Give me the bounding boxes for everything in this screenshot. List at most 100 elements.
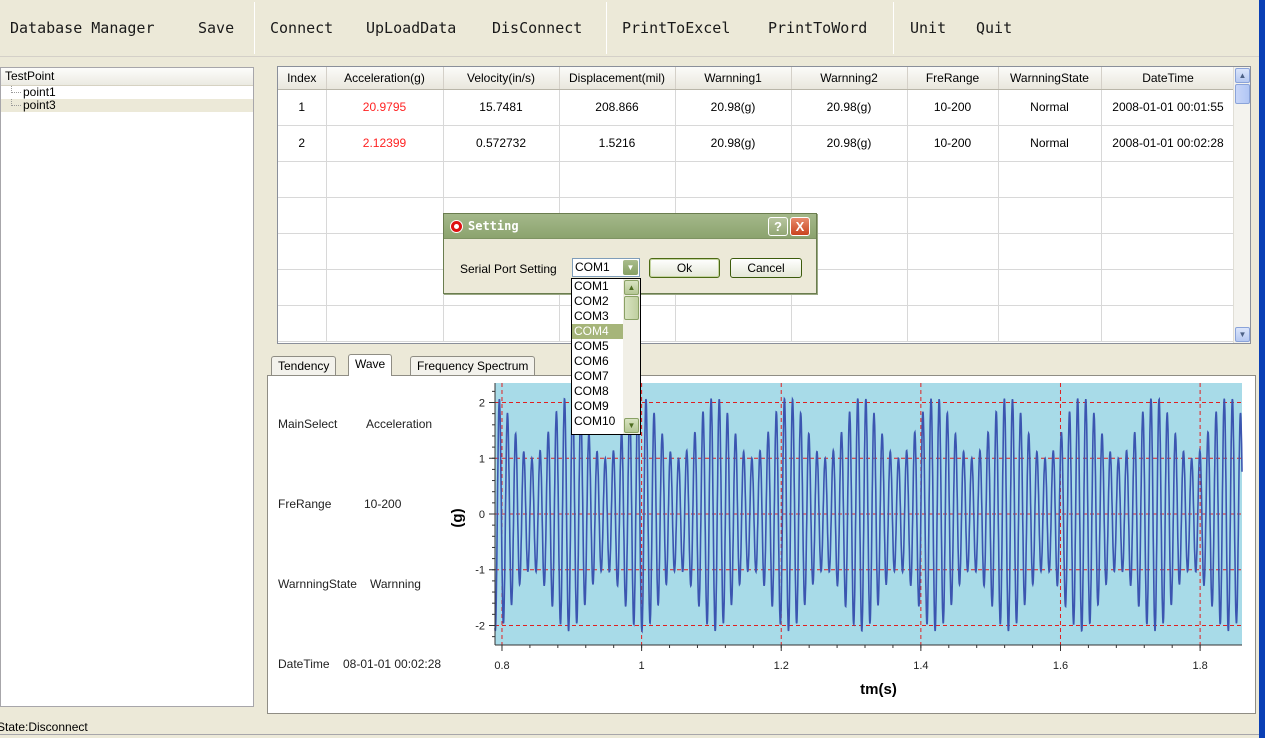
table-cell: 1 bbox=[278, 89, 327, 126]
grid-header-row: Index Acceleration(g) Velocity(in/s) Displa… bbox=[278, 67, 1236, 90]
menu-separator bbox=[606, 2, 607, 54]
menu-unit[interactable]: Unit bbox=[910, 0, 946, 57]
table-cell bbox=[326, 233, 444, 270]
table-cell: 20.9795 bbox=[326, 89, 444, 126]
table-cell bbox=[559, 161, 676, 198]
table-cell: 15.7481 bbox=[443, 89, 560, 126]
column-header[interactable]: FreRange bbox=[907, 67, 999, 90]
x-tick-label: 1.2 bbox=[774, 660, 789, 672]
port-option-com5[interactable]: COM5 bbox=[572, 339, 624, 354]
x-tick-label: 0.8 bbox=[494, 660, 509, 672]
port-option-com4[interactable]: COM4 bbox=[572, 324, 624, 339]
scroll-down-icon[interactable]: ▼ bbox=[1235, 327, 1250, 342]
menu-separator bbox=[254, 2, 255, 54]
menu-print-to-word[interactable]: PrintToWord bbox=[768, 0, 867, 57]
table-row[interactable] bbox=[278, 305, 1236, 342]
x-tick-label: 1.8 bbox=[1192, 660, 1207, 672]
tab-wave[interactable]: Wave bbox=[348, 354, 393, 376]
table-cell: 208.866 bbox=[559, 89, 676, 126]
tree-connector bbox=[11, 86, 21, 93]
tab-frequency-spectrum[interactable]: Frequency Spectrum bbox=[410, 356, 536, 376]
table-cell bbox=[443, 305, 560, 342]
data-grid[interactable]: Index Acceleration(g) Velocity(in/s) Displa… bbox=[277, 66, 1251, 344]
port-option-com10[interactable]: COM10 bbox=[572, 414, 624, 429]
table-cell: 0.572732 bbox=[443, 125, 560, 162]
port-option-com7[interactable]: COM7 bbox=[572, 369, 624, 384]
chevron-down-icon[interactable]: ▼ bbox=[623, 260, 638, 275]
port-option-com6[interactable]: COM6 bbox=[572, 354, 624, 369]
table-cell bbox=[278, 233, 327, 270]
port-option-com8[interactable]: COM8 bbox=[572, 384, 624, 399]
close-button[interactable]: X bbox=[790, 217, 810, 236]
menu-database-manager[interactable]: Database Manager bbox=[10, 0, 155, 57]
dropdown-scrollbar[interactable]: ▲ ▼ bbox=[623, 279, 640, 434]
table-cell bbox=[278, 197, 327, 234]
grid-vertical-scrollbar[interactable]: ▲ ▼ bbox=[1233, 67, 1250, 343]
serial-port-select[interactable]: COM1 ▼ bbox=[572, 258, 640, 277]
table-cell bbox=[1101, 161, 1236, 198]
testpoint-tree: TestPoint point1 point3 bbox=[0, 67, 254, 707]
table-cell: 20.98(g) bbox=[675, 89, 792, 126]
ok-button[interactable]: Ok bbox=[649, 258, 720, 278]
port-option-com3[interactable]: COM3 bbox=[572, 309, 624, 324]
menu-separator bbox=[893, 2, 894, 54]
x-tick-label: 1 bbox=[639, 660, 645, 672]
table-row[interactable]: 2 2.12399 0.572732 1.5216 20.98(g) 20.98(g) 10… bbox=[278, 125, 1236, 162]
table-cell bbox=[791, 305, 908, 342]
menu-print-to-excel[interactable]: PrintToExcel bbox=[622, 0, 730, 57]
table-cell bbox=[907, 197, 999, 234]
scroll-thumb[interactable] bbox=[1235, 84, 1250, 104]
column-header[interactable]: Acceleration(g) bbox=[326, 67, 444, 90]
window-edge bbox=[1259, 0, 1265, 738]
port-option-com9[interactable]: COM9 bbox=[572, 399, 624, 414]
y-tick-label: 1 bbox=[479, 453, 485, 465]
main-select-label: MainSelect bbox=[278, 417, 338, 431]
scroll-thumb[interactable] bbox=[624, 296, 639, 320]
port-option-com1[interactable]: COM1 bbox=[572, 279, 624, 294]
table-cell bbox=[1101, 233, 1236, 270]
status-divider bbox=[0, 734, 1259, 738]
serial-port-label: Serial Port Setting bbox=[460, 262, 557, 276]
tree-item-point3[interactable]: point3 bbox=[1, 99, 253, 112]
warn-state-value: Warnning bbox=[370, 577, 421, 591]
scroll-up-icon[interactable]: ▲ bbox=[624, 280, 639, 295]
table-cell bbox=[998, 161, 1102, 198]
table-cell: 2008-01-01 00:01:55 bbox=[1101, 89, 1236, 126]
menu-disconnect[interactable]: DisConnect bbox=[492, 0, 582, 57]
y-tick-label: -2 bbox=[475, 620, 485, 632]
data-table: Index Acceleration(g) Velocity(in/s) Displa… bbox=[278, 67, 1236, 342]
table-cell bbox=[791, 161, 908, 198]
table-row[interactable] bbox=[278, 161, 1236, 198]
column-header[interactable]: WarnningState bbox=[998, 67, 1102, 90]
column-header[interactable]: DateTime bbox=[1101, 67, 1236, 90]
menu-quit[interactable]: Quit bbox=[976, 0, 1012, 57]
main-select-value: Acceleration bbox=[366, 417, 433, 431]
table-cell bbox=[675, 161, 792, 198]
cancel-button[interactable]: Cancel bbox=[730, 258, 802, 278]
column-header[interactable]: Warnning1 bbox=[675, 67, 792, 90]
fre-range-label: FreRange bbox=[278, 497, 332, 511]
serial-port-dropdown-list[interactable]: COM1 COM2 COM3 COM4 COM5 COM6 COM7 COM8 COM9 COM1… bbox=[571, 278, 641, 435]
scroll-up-icon[interactable]: ▲ bbox=[1235, 68, 1250, 83]
menu-save[interactable]: Save bbox=[198, 0, 234, 57]
column-header[interactable]: Velocity(in/s) bbox=[443, 67, 560, 90]
table-row[interactable]: 1 20.9795 15.7481 208.866 20.98(g) 20.98(g) 10… bbox=[278, 89, 1236, 126]
column-header[interactable]: Warnning2 bbox=[791, 67, 908, 90]
table-cell: Normal bbox=[998, 125, 1102, 162]
menu-connect[interactable]: Connect bbox=[270, 0, 333, 57]
table-cell bbox=[907, 305, 999, 342]
scroll-down-icon[interactable]: ▼ bbox=[624, 418, 639, 433]
y-tick-label: 2 bbox=[479, 398, 485, 410]
x-tick-label: 1.6 bbox=[1053, 660, 1068, 672]
dialog-title-bar[interactable]: Setting ? X bbox=[444, 214, 816, 239]
column-header[interactable]: Displacement(mil) bbox=[559, 67, 676, 90]
port-option-com2[interactable]: COM2 bbox=[572, 294, 624, 309]
menu-upload-data[interactable]: UpLoadData bbox=[366, 0, 456, 57]
table-cell bbox=[1101, 197, 1236, 234]
table-cell bbox=[998, 269, 1102, 306]
column-header[interactable]: Index bbox=[278, 67, 327, 90]
help-button[interactable]: ? bbox=[768, 217, 788, 236]
tab-tendency[interactable]: Tendency bbox=[271, 356, 337, 376]
tree-item-label: point1 bbox=[23, 85, 56, 99]
table-cell bbox=[326, 197, 444, 234]
